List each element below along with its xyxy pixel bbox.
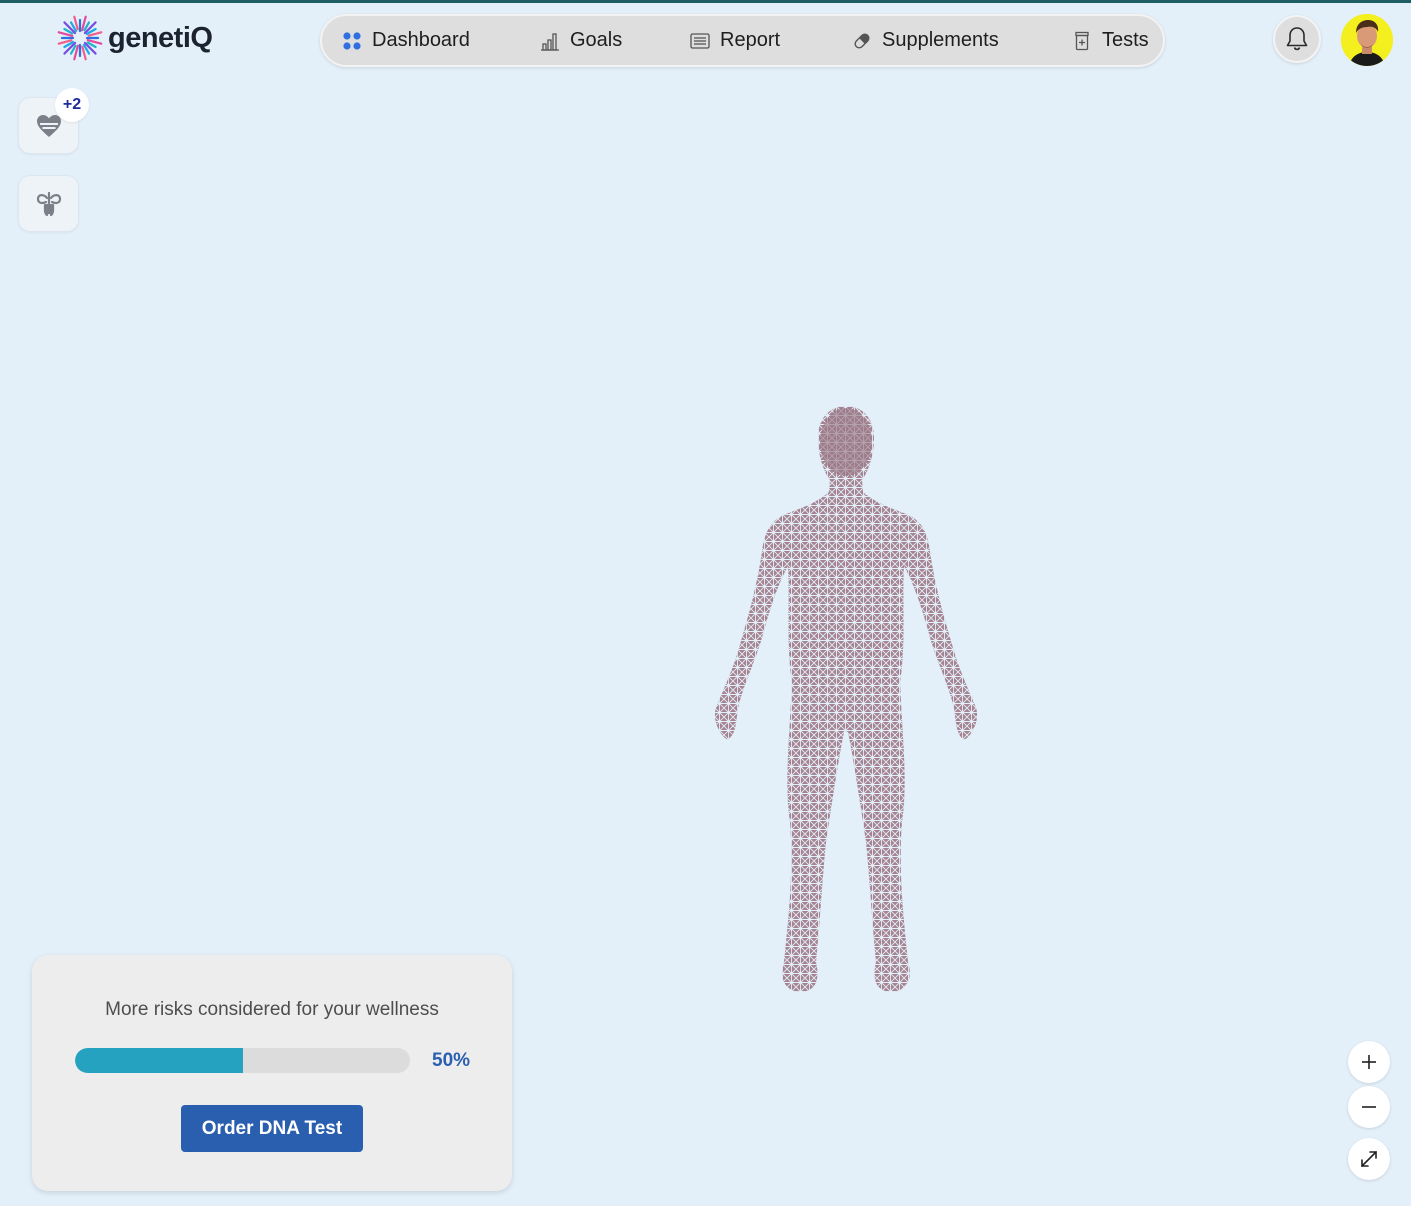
risk-progress-fill <box>75 1048 243 1073</box>
zoom-out-button[interactable] <box>1348 1086 1390 1128</box>
lungs-icon <box>36 191 61 216</box>
risk-progress-label: 50% <box>432 1050 471 1071</box>
body-3d-model[interactable] <box>706 402 986 996</box>
risk-progress-bar <box>75 1048 410 1073</box>
order-dna-test-button[interactable]: Order DNA Test <box>181 1105 363 1152</box>
wellness-risk-card: More risks considered for your wellness … <box>32 955 512 1191</box>
nav-report[interactable]: Report <box>690 16 780 65</box>
dashboard-dots-icon <box>343 31 361 50</box>
fullscreen-button[interactable] <box>1348 1138 1390 1180</box>
nav-goals-label: Goals <box>570 29 623 51</box>
nav-supplements[interactable]: Supplements <box>852 16 999 65</box>
pill-icon <box>854 32 870 49</box>
nav-tests[interactable]: Tests <box>1072 16 1149 65</box>
notifications-button[interactable] <box>1273 15 1321 63</box>
risk-card-message: More risks considered for your wellness <box>105 999 439 1020</box>
report-list-icon <box>690 32 710 49</box>
minus-icon <box>1362 1106 1376 1108</box>
main-navigation: Dashboard Goals Report Supplements Tests <box>320 14 1165 67</box>
brand-logo[interactable]: genetiQ <box>56 14 213 62</box>
nav-tests-label: Tests <box>1102 29 1149 51</box>
nav-goals[interactable]: Goals <box>540 16 622 65</box>
heart-risk-count-badge: +2 <box>55 88 89 122</box>
top-accent-line <box>0 0 1411 3</box>
bar-chart-icon <box>541 32 559 51</box>
brand-name: genetiQ <box>108 21 213 54</box>
expand-icon <box>1361 1151 1377 1167</box>
nav-dashboard-label: Dashboard <box>372 29 470 51</box>
heart-icon <box>36 114 61 137</box>
nav-report-label: Report <box>720 29 781 51</box>
lungs-risk-button[interactable] <box>18 175 79 232</box>
user-avatar[interactable] <box>1341 14 1393 66</box>
test-jar-icon <box>1075 31 1089 50</box>
plus-icon <box>1362 1055 1376 1069</box>
sunburst-logo-icon <box>57 15 103 61</box>
nav-supplements-label: Supplements <box>882 29 999 51</box>
bell-icon <box>1286 27 1308 51</box>
zoom-in-button[interactable] <box>1348 1041 1390 1083</box>
nav-dashboard[interactable]: Dashboard <box>342 16 470 65</box>
user-photo <box>1341 14 1393 66</box>
